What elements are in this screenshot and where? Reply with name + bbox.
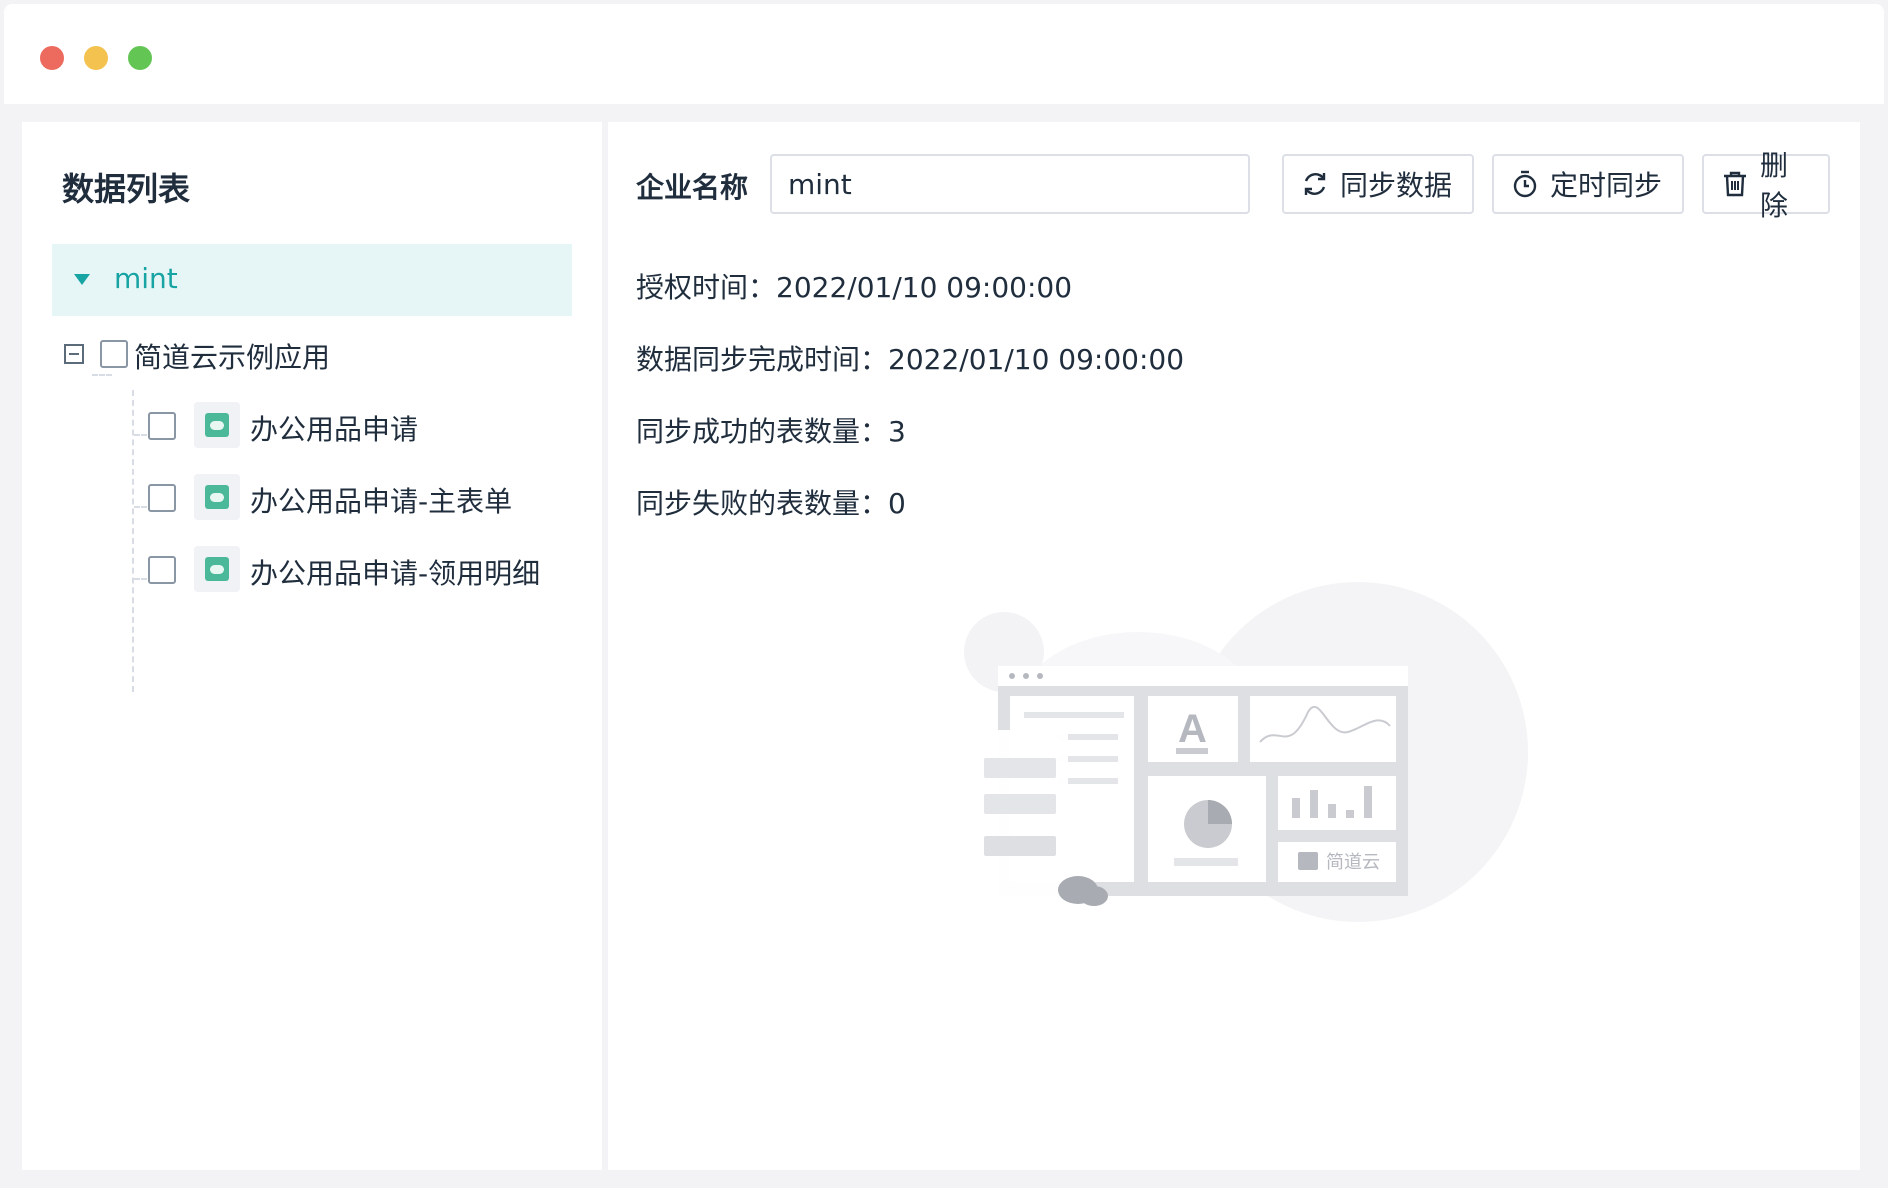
fail-count-label: 同步失败的表数量： (636, 487, 889, 520)
data-list-panel: 数据列表 mint 简道云示例应用 办公用品申请 办公用品申请-主表单 办公用品… (22, 122, 602, 1170)
scheduled-sync-label: 定时同步 (1550, 169, 1663, 202)
delete-button[interactable]: 删除 (1702, 149, 1830, 222)
sync-done-value: 2022/01/10 09:00:00 (888, 343, 1185, 376)
detail-panel: 企业名称 同步数据 定时同步 (608, 122, 1860, 1170)
item-checkbox[interactable] (148, 412, 176, 440)
fail-count-line: 同步失败的表数量：0 (636, 482, 906, 522)
tree-item-label[interactable]: 办公用品申请-主表单 (250, 480, 512, 520)
maximize-window-button[interactable] (128, 46, 152, 70)
caret-down-icon[interactable] (74, 274, 90, 285)
success-count-line: 同步成功的表数量：3 (636, 410, 906, 450)
group-label[interactable]: 简道云示例应用 (134, 336, 330, 376)
app-form-icon (194, 474, 240, 520)
tree-root-label: mint (114, 262, 178, 295)
app-form-icon (194, 402, 240, 448)
success-count-label: 同步成功的表数量： (636, 415, 889, 448)
dashboard-illustration: A 简道云 (964, 582, 1528, 922)
sync-data-label: 同步数据 (1340, 169, 1453, 202)
auth-time-value: 2022/01/10 09:00:00 (776, 271, 1073, 304)
sync-data-button[interactable]: 同步数据 (1282, 154, 1474, 214)
tree-root-mint[interactable]: mint (52, 244, 572, 316)
close-window-button[interactable] (40, 46, 64, 70)
sync-done-label: 数据同步完成时间： (636, 343, 889, 376)
panel-title: 数据列表 (62, 170, 191, 208)
tree-item-label[interactable]: 办公用品申请-领用明细 (250, 552, 540, 592)
success-count-value: 3 (888, 415, 906, 448)
auth-time-label: 授权时间： (636, 271, 777, 304)
delete-label: 删除 (1760, 149, 1789, 222)
app-form-icon (194, 546, 240, 592)
minimize-window-button[interactable] (84, 46, 108, 70)
company-name-label: 企业名称 (636, 171, 749, 204)
group-checkbox[interactable] (100, 340, 128, 368)
app-window: 数据列表 mint 简道云示例应用 办公用品申请 办公用品申请-主表单 办公用品… (4, 4, 1884, 1184)
company-name-input[interactable] (770, 154, 1250, 214)
tree-connector (92, 374, 112, 376)
item-checkbox[interactable] (148, 556, 176, 584)
title-bar (4, 4, 1884, 104)
item-checkbox[interactable] (148, 484, 176, 512)
sync-done-line: 数据同步完成时间：2022/01/10 09:00:00 (636, 338, 1184, 378)
trash-icon (1724, 171, 1746, 197)
refresh-icon (1304, 173, 1326, 195)
illustration-letter: A (1178, 707, 1207, 751)
illustration-brand: 简道云 (1326, 852, 1380, 873)
minus-square-icon[interactable] (64, 344, 84, 364)
scheduled-sync-button[interactable]: 定时同步 (1492, 154, 1684, 214)
auth-time-line: 授权时间：2022/01/10 09:00:00 (636, 266, 1072, 306)
tree-item-label[interactable]: 办公用品申请 (250, 408, 418, 448)
stopwatch-icon (1513, 170, 1537, 198)
fail-count-value: 0 (888, 487, 906, 520)
